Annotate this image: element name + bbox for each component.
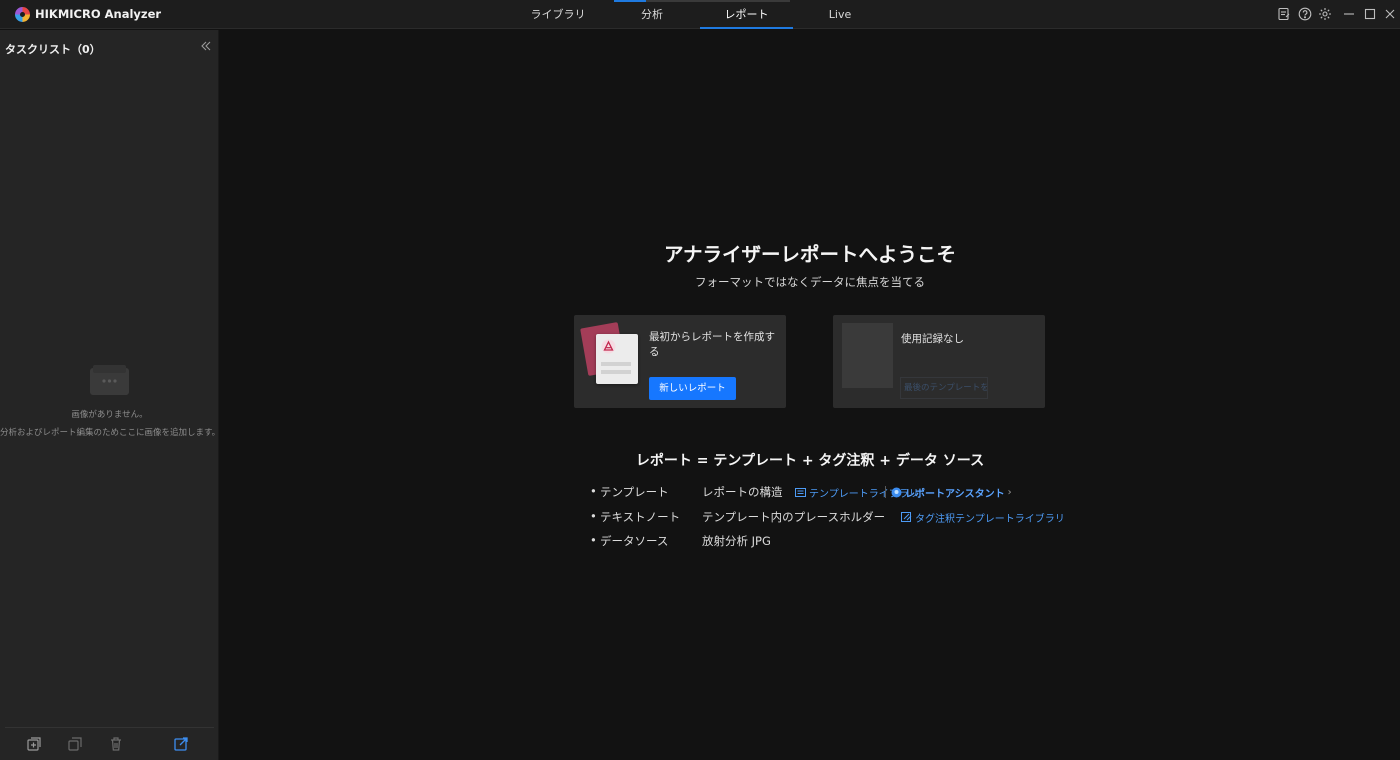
minimize-icon[interactable]: [1341, 6, 1357, 22]
report-thumbnail: [596, 334, 638, 384]
delete-icon[interactable]: [107, 735, 125, 753]
row-name: テンプレート: [600, 485, 669, 499]
row-desc: 放射分析 JPG: [702, 534, 771, 548]
list-item-text-note: • テキストノート テンプレート内のプレースホルダー タグ注釈テンプレートライブ…: [590, 509, 1065, 527]
tab-library[interactable]: ライブラリ: [518, 0, 598, 29]
empty-description: 分析およびレポート編集のためここに画像を追加します。: [0, 428, 221, 438]
list-item-data-source: • データソース 放射分析 JPG: [590, 533, 1020, 551]
recent-usage-text: 使用記録なし: [901, 333, 964, 345]
export-icon[interactable]: [172, 735, 190, 753]
use-last-template-button[interactable]: 最後のテンプレートを使...: [900, 377, 988, 399]
app-title: HIKMICRO Analyzer: [35, 7, 162, 21]
thumbnail-bar: [601, 362, 631, 366]
help-icon[interactable]: [1297, 6, 1313, 22]
settings-gear-icon[interactable]: [1317, 6, 1333, 22]
welcome-title: アナライザーレポートへようこそ: [663, 243, 957, 266]
row-name: データソース: [600, 534, 669, 548]
task-list-sidebar: タスクリスト（0） 画像がありません。 分析およびレポート編集のためここに画像を…: [0, 30, 221, 760]
thumbnail-bar: [601, 370, 631, 374]
tag-template-library-label: タグ注釈テンプレートライブラリ: [915, 514, 1065, 525]
new-report-button[interactable]: 新しいレポート: [649, 377, 736, 400]
collapse-chevron-icon[interactable]: [200, 40, 214, 54]
report-assistant-link[interactable]: レポートアシスタント ›: [891, 485, 1012, 500]
notes-icon[interactable]: [1276, 6, 1292, 22]
new-report-text: 最初からレポートを作成する: [649, 331, 775, 358]
copy-icon[interactable]: [66, 735, 84, 753]
close-icon[interactable]: [1382, 6, 1398, 22]
empty-title: 画像がありません。: [71, 410, 148, 420]
empty-folder-icon: [89, 364, 130, 396]
bullet: •: [590, 533, 597, 547]
report-formula: レポート = テンプレート + タグ注釈 + データ ソース: [635, 453, 985, 469]
welcome-subtitle: フォーマットではなくデータに焦点を当てる: [695, 275, 925, 289]
recent-report-card: 使用記録なし 最後のテンプレートを使...: [833, 315, 1045, 408]
title-bar: HIKMICRO Analyzer ライブラリ 分析 レポート Live: [0, 0, 1400, 29]
tag-template-library-link[interactable]: タグ注釈テンプレートライブラリ: [901, 510, 1065, 525]
link-separator: [885, 486, 886, 498]
app-logo-icon: [15, 7, 30, 22]
list-item-template: • テンプレート レポートの構造 テンプレートライブラリ レポートアシスタント …: [590, 484, 1020, 502]
row-desc: レポートの構造: [702, 485, 783, 499]
report-assistant-label: レポートアシスタント: [905, 489, 1005, 500]
tab-report[interactable]: レポート: [700, 0, 793, 29]
chevron-right-icon: ›: [1007, 487, 1012, 498]
sidebar-divider: [5, 727, 214, 728]
maximize-icon[interactable]: [1362, 6, 1378, 22]
tab-analysis[interactable]: 分析: [612, 0, 692, 29]
recent-thumbnail: [842, 323, 893, 388]
import-icon[interactable]: [25, 735, 43, 753]
task-list-title: タスクリスト（0）: [5, 43, 101, 56]
bullet: •: [590, 509, 597, 523]
row-desc: テンプレート内のプレースホルダー: [702, 510, 886, 524]
new-report-card: 最初からレポートを作成する 新しいレポート: [574, 315, 786, 408]
row-name: テキストノート: [600, 510, 681, 524]
bullet: •: [590, 484, 597, 498]
tab-live[interactable]: Live: [800, 0, 880, 29]
report-logo-icon: [601, 339, 616, 354]
